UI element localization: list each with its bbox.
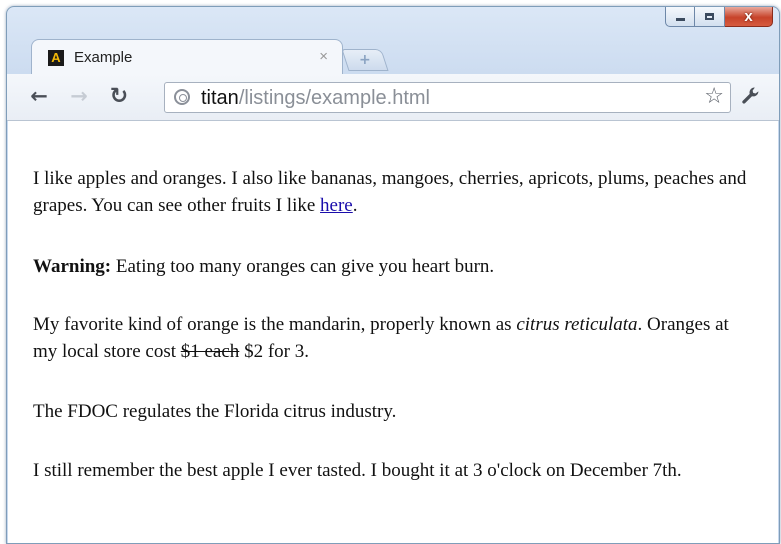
reload-icon: ↻ xyxy=(109,83,129,109)
address-bar[interactable]: titan/listings/example.html ☆ xyxy=(164,82,731,113)
url-host: titan xyxy=(201,87,239,109)
back-button[interactable]: ← xyxy=(27,84,51,108)
bookmark-star-button[interactable]: ☆ xyxy=(704,85,724,109)
url-path: /listings/example.html xyxy=(238,87,430,109)
page-content: I like apples and oranges. I also like b… xyxy=(8,121,778,543)
close-icon: x xyxy=(744,8,753,25)
back-arrow-icon: ← xyxy=(30,84,48,108)
forward-button[interactable]: → xyxy=(67,84,91,108)
new-tab-button[interactable]: + xyxy=(341,49,389,71)
tab-close-button[interactable]: × xyxy=(319,48,328,65)
p1-text: I like apples and oranges. I also like b… xyxy=(33,168,747,216)
browser-window: x A Example × + ← → ↻ titan/listings/exa… xyxy=(6,6,780,544)
p4-text: The FDOC regulates the Florida citrus in… xyxy=(33,401,397,422)
here-link[interactable]: here xyxy=(320,195,353,216)
p5-text: I still remember the best apple I ever t… xyxy=(33,460,682,481)
tab-example[interactable]: A Example × xyxy=(31,39,343,75)
p1-end: . xyxy=(352,195,358,216)
p2-text: Eating too many oranges can give you hea… xyxy=(111,256,495,277)
favicon-letter: A xyxy=(51,50,61,65)
old-price: $1 each xyxy=(180,341,240,362)
paragraph-fdoc: The FDOC regulates the Florida citrus in… xyxy=(33,398,753,425)
paragraph-apple: I still remember the best apple I ever t… xyxy=(33,457,753,484)
page-icon xyxy=(174,89,190,105)
toolbar: ← → ↻ titan/listings/example.html ☆ xyxy=(7,74,779,121)
forward-arrow-icon: → xyxy=(70,84,88,108)
tab-title: Example xyxy=(74,49,133,66)
wrench-menu-button[interactable] xyxy=(739,84,763,108)
maximize-icon xyxy=(705,13,714,20)
new-tab-icon: + xyxy=(359,52,371,68)
paragraph-warning: Warning: Eating too many oranges can giv… xyxy=(33,253,753,280)
paragraph-mandarin: My favorite kind of orange is the mandar… xyxy=(33,311,753,365)
url-text[interactable]: titan/listings/example.html xyxy=(201,86,430,110)
scientific-name: citrus reticulata xyxy=(516,314,638,335)
minimize-button[interactable] xyxy=(665,7,695,27)
caption-buttons: x xyxy=(665,7,773,29)
favicon-icon: A xyxy=(48,50,64,66)
paragraph-fruits: I like apples and oranges. I also like b… xyxy=(33,165,753,219)
p3-text: My favorite kind of orange is the mandar… xyxy=(33,314,517,335)
wrench-icon xyxy=(742,87,759,104)
warning-label: Warning: xyxy=(33,256,112,277)
p3-end: $2 for 3. xyxy=(239,341,309,362)
minimize-icon xyxy=(675,18,685,21)
close-window-button[interactable]: x xyxy=(725,7,773,27)
star-icon: ☆ xyxy=(704,84,724,109)
reload-button[interactable]: ↻ xyxy=(107,83,131,109)
maximize-button[interactable] xyxy=(695,7,725,27)
